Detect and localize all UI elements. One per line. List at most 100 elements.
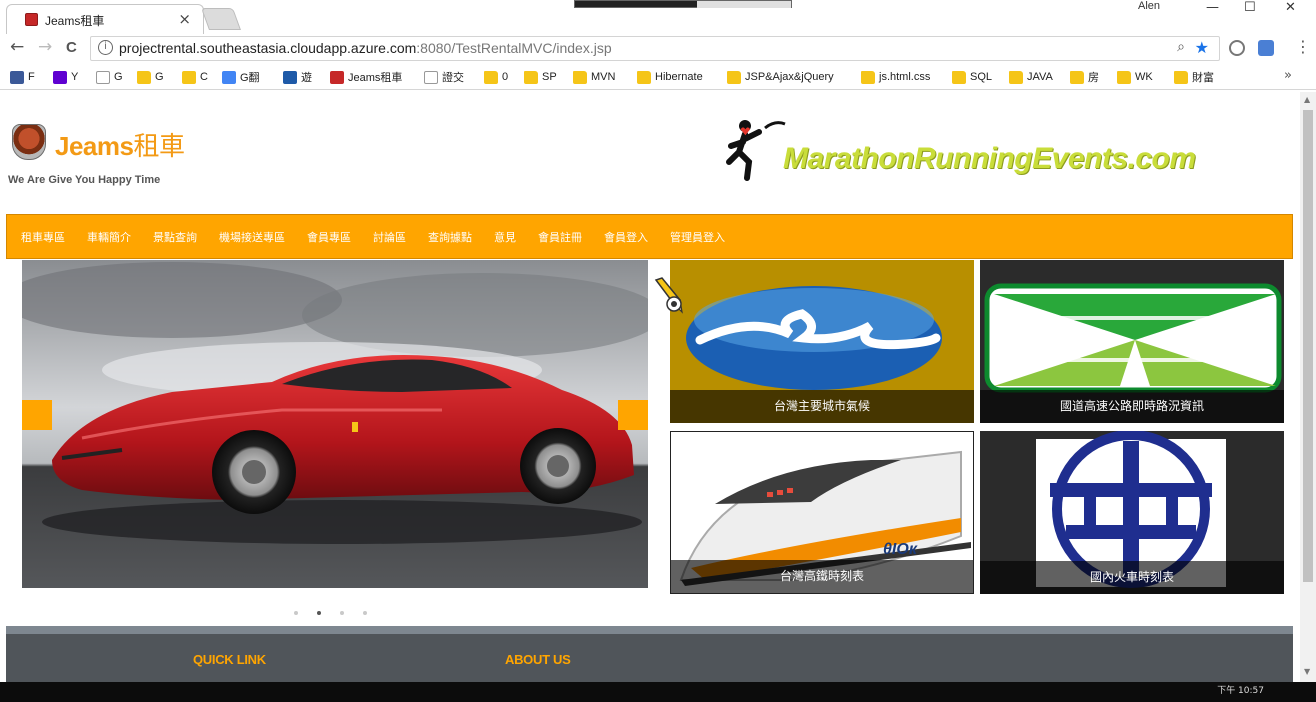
carousel-dot[interactable] — [340, 611, 344, 615]
profile-name[interactable]: Alen — [1138, 0, 1160, 12]
address-bar[interactable]: i projectrental.southeastasia.cloudapp.a… — [90, 36, 1220, 61]
folder-icon — [727, 70, 741, 84]
menu-item[interactable]: 意見 — [494, 229, 516, 245]
tile-caption: 台灣主要城市氣候 — [670, 390, 974, 423]
folder-icon — [524, 70, 538, 84]
bookmark-item[interactable]: 房 — [1070, 69, 1099, 85]
browser-tab[interactable]: Jeams租車 × — [6, 4, 204, 34]
bookmark-label: G — [155, 71, 164, 83]
marathon-brand-text: MarathonRunningEvents.com — [783, 142, 1196, 175]
web-page: Jeams租車 We Are Give You Happy Time Marat… — [0, 90, 1316, 682]
bookmark-label: SQL — [970, 71, 993, 83]
tile-caption: 國道高速公路即時路況資訊 — [980, 390, 1284, 423]
bookmark-label: G翻 — [240, 72, 260, 84]
url-text[interactable]: projectrental.southeastasia.cloudapp.azu… — [119, 40, 612, 56]
menu-item[interactable]: 會員登入 — [604, 229, 648, 245]
bookmark-item[interactable]: C — [182, 69, 208, 85]
menu-item[interactable]: 討論區 — [373, 229, 406, 245]
bookmark-item[interactable]: G翻 — [222, 69, 260, 85]
marathon-banner[interactable]: MarathonRunningEvents.com — [725, 118, 1205, 182]
bookmark-item[interactable]: MVN — [573, 69, 615, 85]
footer: QUICK LINK ABOUT US — [6, 626, 1293, 682]
scroll-up-icon[interactable]: ▲ — [1304, 95, 1310, 104]
menu-item[interactable]: 租車專區 — [21, 229, 65, 245]
tile-highway[interactable]: 國道高速公路即時路況資訊 — [980, 260, 1284, 423]
menu-item[interactable]: 機場接送專區 — [219, 229, 285, 245]
bookmark-label: JSP&Ajax&jQuery — [745, 71, 834, 83]
bookmark-star-icon[interactable]: ★ — [1195, 38, 1209, 57]
bookmark-item[interactable]: G — [96, 69, 123, 85]
svg-text:θIOк: θIOк — [883, 541, 918, 558]
carousel-dot[interactable] — [294, 611, 298, 615]
bookmarks-overflow-icon[interactable]: » — [1284, 68, 1292, 83]
forward-button[interactable]: → — [38, 37, 52, 57]
bookmark-label: Y — [71, 71, 79, 83]
folder-icon — [1009, 70, 1023, 84]
menu-item[interactable]: 會員註冊 — [538, 229, 582, 245]
folder-icon — [137, 70, 151, 84]
bookmark-item[interactable]: Y — [53, 69, 78, 85]
bookmark-item[interactable]: WK — [1117, 69, 1153, 85]
bookmark-label: C — [200, 71, 208, 83]
bookmark-item[interactable]: SQL — [952, 69, 992, 85]
reload-button[interactable]: C — [66, 39, 77, 56]
bookmark-label: Jeams租車 — [348, 72, 403, 84]
tile-hsr[interactable]: θIOк 台灣高鐵時刻表 — [670, 431, 974, 594]
carousel-dot[interactable] — [363, 611, 367, 615]
scroll-down-icon[interactable]: ▼ — [1304, 667, 1310, 676]
new-tab-button[interactable] — [200, 8, 242, 30]
site-info-icon[interactable]: i — [98, 40, 113, 55]
tile-caption: 國內火車時刻表 — [980, 561, 1284, 594]
bookmark-item[interactable]: 0 — [484, 69, 508, 85]
image-carousel[interactable] — [22, 260, 648, 588]
bookmark-label: WK — [1135, 71, 1153, 83]
browser-menu-icon[interactable]: ⋮ — [1295, 37, 1311, 56]
tile-train[interactable]: 國內火車時刻表 — [980, 431, 1284, 594]
extension-clock-icon[interactable] — [1229, 40, 1245, 56]
back-button[interactable]: ← — [10, 37, 24, 57]
translate-icon — [222, 70, 236, 84]
tile-weather[interactable]: 台灣主要城市氣候 — [670, 260, 974, 423]
vertical-scrollbar[interactable]: ▲ ▼ — [1300, 92, 1316, 682]
jeams-shield-icon — [12, 124, 46, 160]
menu-item[interactable]: 景點查詢 — [153, 229, 197, 245]
emoji-icon — [182, 70, 196, 84]
bookmark-item[interactable]: 證交 — [424, 69, 464, 85]
tab-title: Jeams租車 — [45, 14, 105, 28]
bookmark-item[interactable]: Hibernate — [637, 69, 703, 85]
tile-caption: 台灣高鐵時刻表 — [671, 560, 973, 593]
tab-close-icon[interactable]: × — [178, 10, 191, 28]
bookmark-item[interactable]: Jeams租車 — [330, 69, 402, 85]
bookmark-item[interactable]: js.html.css — [861, 69, 930, 85]
carousel-prev-button[interactable] — [22, 400, 52, 430]
taskbar-clock: 下午 10:57 — [1217, 686, 1264, 696]
bookmark-label: 證交 — [442, 72, 464, 84]
carousel-next-button[interactable] — [618, 400, 648, 430]
maximize-button[interactable]: ☐ — [1244, 0, 1256, 15]
bookmark-item[interactable]: 財富 — [1174, 69, 1214, 85]
bookmark-item[interactable]: SP — [524, 69, 557, 85]
bookmark-label: 房 — [1088, 72, 1099, 84]
menu-item[interactable]: 車輛簡介 — [87, 229, 131, 245]
menu-item[interactable]: 會員專區 — [307, 229, 351, 245]
menu-item[interactable]: 管理員登入 — [670, 229, 725, 245]
zoom-icon[interactable]: ⌕ — [1177, 39, 1185, 55]
menu-item[interactable]: 查詢據點 — [428, 229, 472, 245]
bookmark-item[interactable]: 遊 — [283, 69, 312, 85]
carousel-dot[interactable] — [317, 611, 321, 615]
bookmark-item[interactable]: JAVA — [1009, 69, 1053, 85]
bookmark-label: F — [28, 71, 35, 83]
bookmark-item[interactable]: F — [10, 69, 35, 85]
bookmark-label: 遊 — [301, 72, 312, 84]
translate-extension-icon[interactable] — [1258, 40, 1274, 56]
bookmark-item[interactable]: JSP&Ajax&jQuery — [727, 69, 834, 85]
folder-icon — [861, 70, 875, 84]
minimize-button[interactable]: — — [1206, 0, 1219, 15]
bookmark-item[interactable]: G — [137, 69, 164, 85]
close-window-button[interactable]: ✕ — [1285, 0, 1296, 15]
scrollbar-thumb[interactable] — [1303, 110, 1313, 582]
folder-icon — [637, 70, 651, 84]
carousel-dots — [294, 611, 367, 615]
screen-recorder-widget — [574, 0, 792, 8]
bookmark-label: G — [114, 71, 123, 83]
